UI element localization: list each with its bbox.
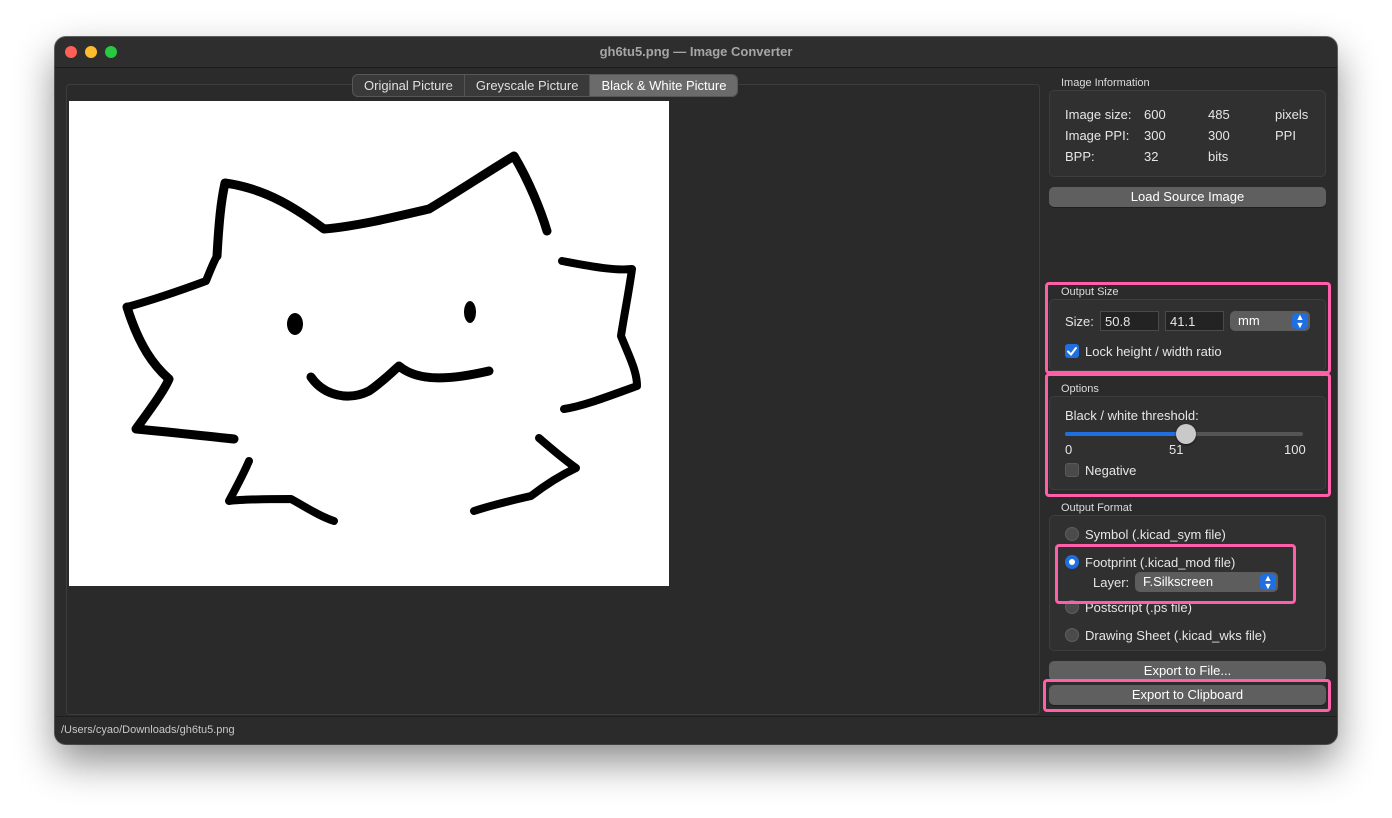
lock-ratio-label: Lock height / width ratio — [1085, 344, 1222, 359]
image-size-label: Image size: — [1065, 107, 1132, 122]
image-height-value: 485 — [1208, 107, 1230, 122]
options-label: Options — [1061, 383, 1099, 395]
export-to-clipboard-button[interactable]: Export to Clipboard — [1049, 685, 1326, 705]
output-format-label: Output Format — [1061, 502, 1132, 514]
bpp-label: BPP: — [1065, 149, 1095, 164]
slider-min-label: 0 — [1065, 442, 1073, 457]
output-width-field[interactable]: 50.8 — [1100, 311, 1159, 331]
layer-select-value: F.Silkscreen — [1143, 574, 1214, 589]
picture-viewer — [66, 84, 1040, 715]
image-size-unit: pixels — [1275, 107, 1309, 122]
size-label: Size: — [1065, 314, 1094, 329]
tab-black-white-picture[interactable]: Black & White Picture — [590, 75, 738, 96]
slider-max-label: 100 — [1284, 442, 1306, 457]
symbol-radio-label: Symbol (.kicad_sym file) — [1085, 527, 1226, 542]
status-bar: /Users/cyao/Downloads/gh6tu5.png — [55, 716, 1337, 744]
postscript-radio[interactable] — [1065, 600, 1079, 614]
image-ppi-y-value: 300 — [1208, 128, 1230, 143]
threshold-label: Black / white threshold: — [1065, 408, 1199, 423]
checkmark-icon — [1067, 347, 1077, 357]
bpp-unit: bits — [1208, 149, 1229, 164]
tab-greyscale-picture[interactable]: Greyscale Picture — [465, 75, 591, 96]
drawing-sheet-radio[interactable] — [1065, 628, 1079, 642]
threshold-slider-fill — [1065, 432, 1187, 436]
symbol-radio[interactable] — [1065, 527, 1079, 541]
picture-tab-bar: Original Picture Greyscale Picture Black… — [352, 74, 739, 97]
image-information-label: Image Information — [1061, 77, 1150, 89]
drawing-sheet-radio-label: Drawing Sheet (.kicad_wks file) — [1085, 628, 1267, 643]
footprint-radio[interactable] — [1065, 555, 1079, 569]
layer-select[interactable]: F.Silkscreen ▲ ▼ — [1135, 572, 1278, 592]
output-size-label: Output Size — [1061, 286, 1119, 298]
output-size-group — [1049, 299, 1326, 371]
app-window: gh6tu5.png — Image Converter Original Pi… — [55, 37, 1337, 744]
load-source-image-button[interactable]: Load Source Image — [1049, 187, 1326, 207]
threshold-slider[interactable] — [1065, 424, 1303, 444]
window-title: gh6tu5.png — Image Converter — [599, 44, 793, 59]
output-height-field[interactable]: 41.1 — [1165, 311, 1224, 331]
footprint-radio-label: Footprint (.kicad_mod file) — [1085, 555, 1236, 570]
cat-drawing-image — [122, 151, 641, 525]
image-ppi-label: Image PPI: — [1065, 128, 1130, 143]
image-ppi-unit: PPI — [1275, 128, 1296, 143]
black-white-preview-image — [69, 101, 669, 586]
bpp-value: 32 — [1144, 149, 1159, 164]
postscript-radio-label: Postscript (.ps file) — [1085, 600, 1192, 615]
size-unit-value: mm — [1238, 313, 1260, 328]
export-to-file-button[interactable]: Export to File... — [1049, 661, 1326, 681]
tab-original-picture[interactable]: Original Picture — [353, 75, 465, 96]
layer-label: Layer: — [1093, 575, 1130, 590]
lock-ratio-checkbox[interactable] — [1065, 344, 1079, 358]
slider-value-label: 51 — [1169, 442, 1184, 457]
size-unit-select[interactable]: mm ▲ ▼ — [1230, 311, 1310, 331]
negative-checkbox[interactable] — [1065, 463, 1079, 477]
chevron-up-down-icon: ▲ ▼ — [1292, 313, 1308, 330]
chevron-up-down-icon: ▲ ▼ — [1260, 574, 1276, 591]
image-ppi-x-value: 300 — [1144, 128, 1166, 143]
file-path-label: /Users/cyao/Downloads/gh6tu5.png — [61, 724, 235, 736]
title-bar: gh6tu5.png — Image Converter — [55, 37, 1337, 68]
image-width-value: 600 — [1144, 107, 1166, 122]
negative-label: Negative — [1085, 463, 1137, 478]
